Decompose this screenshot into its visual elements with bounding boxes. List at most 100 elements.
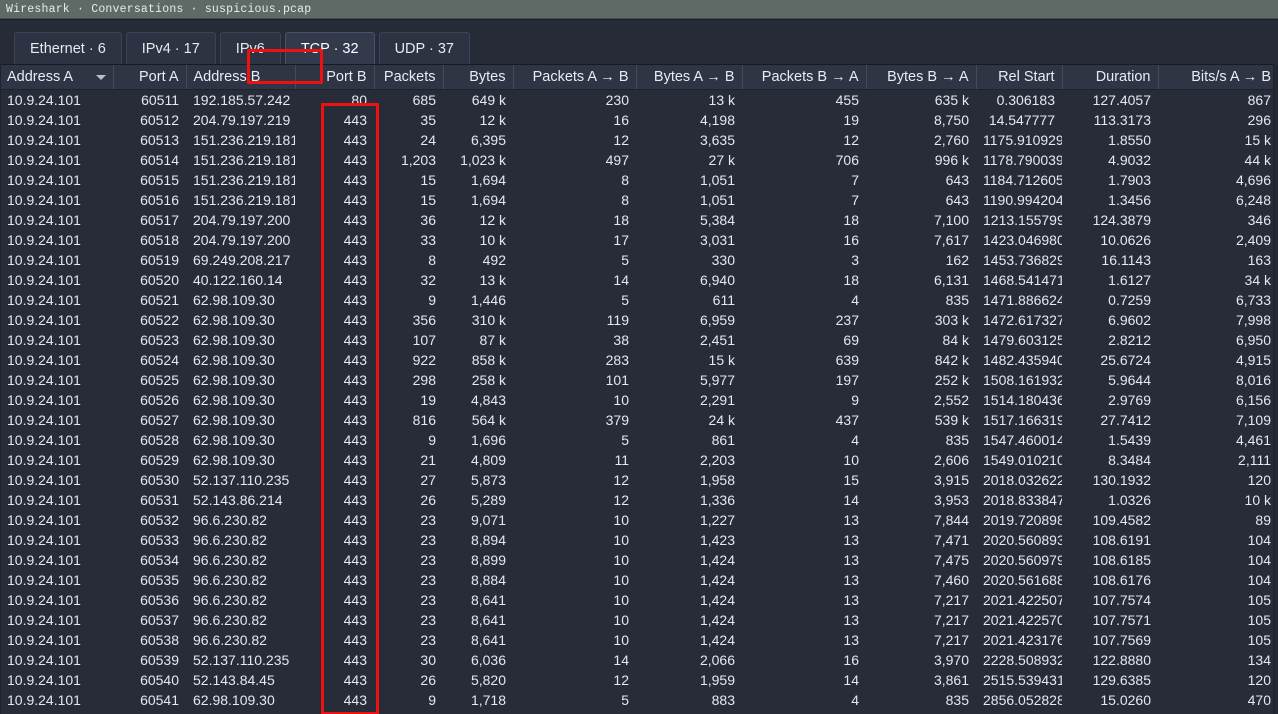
cell-bytes-a-b: 1,424 <box>699 631 735 648</box>
cell-packets: 922 <box>412 351 436 368</box>
cell-port-a: 60524 <box>140 351 179 368</box>
cell-bytes-b-a: 7,217 <box>933 631 969 648</box>
cell-packets: 24 <box>420 131 436 148</box>
table-row[interactable]: 10.9.24.101 60514 151.236.219.181 443 1,203 1… <box>0 149 1278 170</box>
column-header-rel-start[interactable]: Rel Start <box>976 65 1063 90</box>
table-row[interactable]: 10.9.24.101 60513 151.236.219.181 443 24 6,39… <box>0 129 1278 150</box>
table-row[interactable]: 10.9.24.101 60527 62.98.109.30 443 816 564 k 3… <box>0 409 1278 430</box>
cell-duration: 2.8212 <box>1108 331 1151 348</box>
cell-bits-s-a-b: 4,461 <box>1235 431 1271 448</box>
column-header-bytes[interactable]: Bytes <box>443 65 514 90</box>
cell-bytes: 8,641 <box>470 611 506 628</box>
column-header-port-b[interactable]: Port B <box>295 65 375 90</box>
table-row[interactable]: 10.9.24.101 60524 62.98.109.30 443 922 858 k 2… <box>0 349 1278 370</box>
cell-bytes-a-b: 13 k <box>708 91 735 108</box>
cell-bits-s-a-b: 105 <box>1247 631 1271 648</box>
cell-port-b: 443 <box>343 451 367 468</box>
column-header-packets-a-b[interactable]: Packets A → B <box>513 65 637 90</box>
table-row[interactable]: 10.9.24.101 60525 62.98.109.30 443 298 258 k 1… <box>0 369 1278 390</box>
table-row[interactable]: 10.9.24.1016054262.98.109.30443194,77510… <box>0 709 1278 714</box>
conversations-table-container[interactable]: Address A Port A Address B Port B Packets Byt… <box>0 64 1278 714</box>
table-row[interactable]: 10.9.24.101 60533 96.6.230.82 443 23 8,894 10 1… <box>0 529 1278 550</box>
table-row[interactable]: 10.9.24.101 60520 40.122.160.14 443 32 13 k 14… <box>0 269 1278 290</box>
table-row[interactable]: 10.9.24.101 60512 204.79.197.219 443 35 12 k 1… <box>0 109 1278 130</box>
tab-ethernet[interactable]: Ethernet · 6 <box>14 32 122 64</box>
cell-rel-start: 1468.541471 <box>983 271 1062 288</box>
cell-packets-b-a: 18 <box>843 271 859 288</box>
cell-address-b: 96.6.230.82 <box>193 511 267 528</box>
table-row[interactable]: 10.9.24.101 60538 96.6.230.82 443 23 8,641 10 1… <box>0 629 1278 650</box>
column-header-bits-s-a-b[interactable]: Bits/s A → B <box>1158 65 1278 90</box>
cell-address-a: 10.9.24.101 <box>7 391 81 408</box>
column-header-address-a[interactable]: Address A <box>0 65 114 90</box>
cell-bytes: 649 k <box>471 91 506 108</box>
table-row[interactable]: 10.9.24.101 60523 62.98.109.30 443 107 87 k 38… <box>0 329 1278 350</box>
table-frame-right-edge <box>1273 64 1274 714</box>
table-row[interactable]: 10.9.24.101 60536 96.6.230.82 443 23 8,641 10 1… <box>0 589 1278 610</box>
vertical-scrollbar[interactable] <box>1274 64 1278 714</box>
table-row[interactable]: 10.9.24.101 60539 52.137.110.235 443 30 6,036… <box>0 649 1278 670</box>
cell-address-a: 10.9.24.101 <box>7 411 81 428</box>
cell-port-a: 60541 <box>140 691 179 708</box>
cell-duration: 108.6191 <box>1092 531 1151 548</box>
table-row[interactable]: 10.9.24.101 60537 96.6.230.82 443 23 8,641 10 1… <box>0 609 1278 630</box>
cell-packets: 1,203 <box>400 151 436 168</box>
cell-bytes-b-a: 835 <box>945 431 969 448</box>
cell-bytes: 6,395 <box>470 131 506 148</box>
column-header-port-a[interactable]: Port A <box>113 65 187 90</box>
table-row[interactable]: 10.9.24.101 60521 62.98.109.30 443 9 1,446 5 61… <box>0 289 1278 310</box>
cell-address-b: 52.143.86.214 <box>193 491 283 508</box>
table-row[interactable]: 10.9.24.101 60532 96.6.230.82 443 23 9,071 10 1… <box>0 509 1278 530</box>
table-row[interactable]: 10.9.24.101 60540 52.143.84.45 443 26 5,820 12… <box>0 669 1278 690</box>
tab-ipv6[interactable]: IPv6 <box>219 32 281 64</box>
cell-address-a: 10.9.24.101 <box>0 710 113 714</box>
column-header-address-b[interactable]: Address B <box>186 65 296 90</box>
cell-bits-s-a-b: 7,109 <box>1235 411 1271 428</box>
tab-label: IPv4 · 17 <box>141 40 200 57</box>
cell-port-b: 443 <box>343 271 367 288</box>
table-row[interactable]: 10.9.24.101 60511 192.185.57.242 80 685 649 k… <box>0 89 1278 110</box>
cell-address-a: 10.9.24.101 <box>7 311 81 328</box>
table-row[interactable]: 10.9.24.101 60519 69.249.208.217 443 8 492 5 33… <box>0 249 1278 270</box>
cell-rel-start: 1213.155799 <box>983 211 1062 228</box>
tab-tcp[interactable]: TCP · 32 <box>284 32 375 64</box>
table-row[interactable]: 10.9.24.101 60522 62.98.109.30 443 356 310 k 1… <box>0 309 1278 330</box>
cell-bytes-a-b: 15 k <box>708 351 735 368</box>
tab-udp[interactable]: UDP · 37 <box>378 32 470 64</box>
cell-bytes-b-a: 303 k <box>934 311 969 328</box>
table-row[interactable]: 10.9.24.101 60534 96.6.230.82 443 23 8,899 10 1… <box>0 549 1278 570</box>
cell-packets-b-a: 12 <box>843 131 859 148</box>
cell-packets: 26 <box>420 671 436 688</box>
cell-duration: 1.3456 <box>1108 191 1151 208</box>
table-row[interactable]: 10.9.24.101 60531 52.143.86.214 443 26 5,289 1… <box>0 489 1278 510</box>
tab-label: TCP · 32 <box>300 40 359 57</box>
cell-bits-s-a-b: 163 <box>1247 251 1271 268</box>
cell-packets-b-a: 16 <box>843 231 859 248</box>
table-row[interactable]: 10.9.24.101 60530 52.137.110.235 443 27 5,873… <box>0 469 1278 490</box>
column-header-packets-b-a[interactable]: Packets B → A <box>742 65 867 90</box>
cell-bytes: 12 k <box>479 111 506 128</box>
tab-ipv4[interactable]: IPv4 · 17 <box>125 32 216 64</box>
cell-duration: 122.8880 <box>1092 651 1151 668</box>
table-row[interactable]: 10.9.24.101 60515 151.236.219.181 443 15 1,69… <box>0 169 1278 190</box>
cell-port-a: 60514 <box>140 151 179 168</box>
column-header-bytes-b-a[interactable]: Bytes B → A <box>866 65 977 90</box>
table-row[interactable]: 10.9.24.101 60518 204.79.197.200 443 33 10 k 1… <box>0 229 1278 250</box>
cell-port-a: 60538 <box>140 631 179 648</box>
table-row[interactable]: 10.9.24.101 60541 62.98.109.30 443 9 1,718 5 88… <box>0 689 1278 710</box>
column-header-label: Packets B → A <box>761 68 859 85</box>
column-header-bytes-a-b[interactable]: Bytes A → B <box>636 65 743 90</box>
column-header-duration[interactable]: Duration <box>1062 65 1159 90</box>
table-row[interactable]: 10.9.24.101 60517 204.79.197.200 443 36 12 k 1… <box>0 209 1278 230</box>
cell-bytes-a-b: 6,959 <box>699 311 735 328</box>
column-header-packets[interactable]: Packets <box>374 65 444 90</box>
table-row[interactable]: 10.9.24.101 60535 96.6.230.82 443 23 8,884 10 1… <box>0 569 1278 590</box>
cell-port-b: 443 <box>343 111 367 128</box>
cell-bits-s-a-b: 867 <box>1247 91 1271 108</box>
table-row[interactable]: 10.9.24.101 60526 62.98.109.30 443 19 4,843 10… <box>0 389 1278 410</box>
table-row[interactable]: 10.9.24.101 60529 62.98.109.30 443 21 4,809 11… <box>0 449 1278 470</box>
cell-rel-start: 1190.994204 <box>983 191 1062 208</box>
cell-packets: 23 <box>420 551 436 568</box>
table-row[interactable]: 10.9.24.101 60528 62.98.109.30 443 9 1,696 5 86… <box>0 429 1278 450</box>
table-row[interactable]: 10.9.24.101 60516 151.236.219.181 443 15 1,69… <box>0 189 1278 210</box>
